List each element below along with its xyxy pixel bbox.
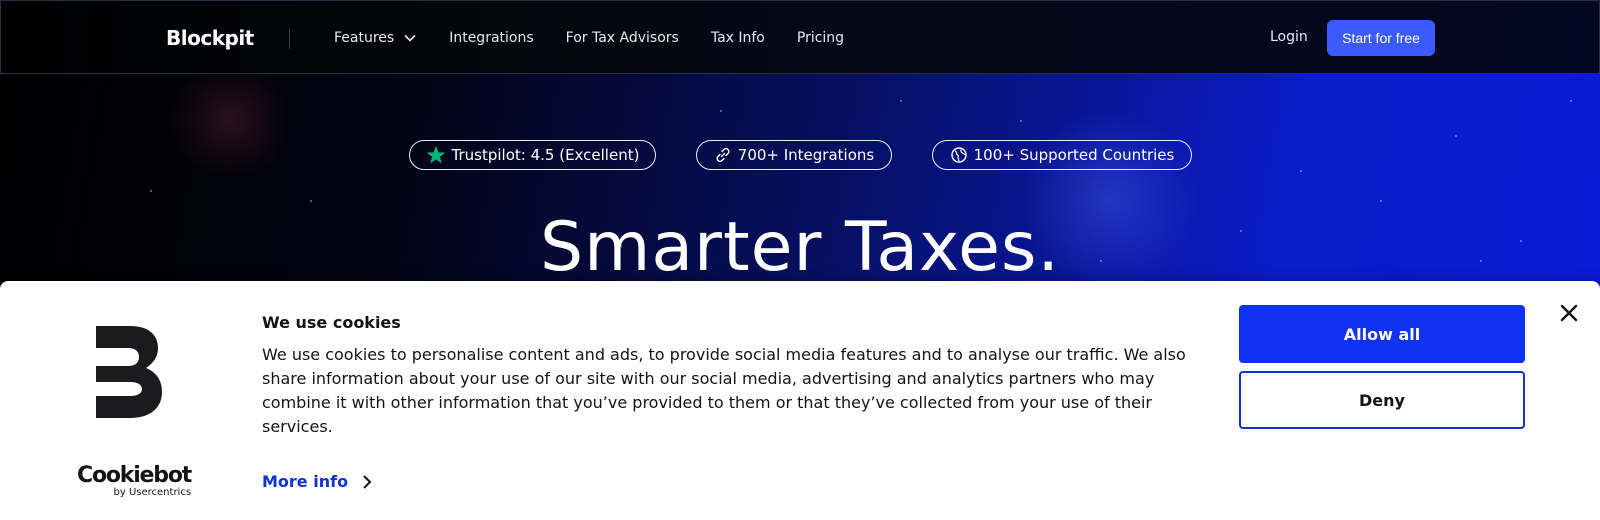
start-for-free-button[interactable]: Start for free	[1327, 20, 1435, 56]
top-navbar: Blockpit Features Integrations For Tax A…	[0, 0, 1600, 74]
trustpilot-badge-label: Trustpilot: 4.5 (Excellent)	[451, 146, 640, 164]
nav-link-integrations[interactable]: Integrations	[449, 30, 533, 46]
chevron-right-icon	[363, 474, 372, 489]
more-info-link[interactable]: More info	[262, 472, 372, 491]
nav-link-features-label: Features	[334, 30, 395, 46]
nav-link-tax-info[interactable]: Tax Info	[711, 30, 765, 46]
blockpit-logo[interactable]: Blockpit	[166, 26, 254, 50]
countries-badge-label: 100+ Supported Countries	[973, 146, 1175, 164]
globe-icon	[950, 146, 968, 164]
nav-link-pricing[interactable]: Pricing	[797, 30, 844, 46]
hero-badges: Trustpilot: 4.5 (Excellent) 700+ Integra…	[0, 140, 1600, 170]
hero-title: Smarter Taxes.	[539, 208, 1061, 287]
page: Blockpit Features Integrations For Tax A…	[0, 0, 1600, 520]
login-link[interactable]: Login	[1270, 29, 1308, 45]
cookie-title: We use cookies	[262, 313, 401, 332]
close-icon[interactable]	[1558, 302, 1580, 324]
nav-divider	[289, 29, 290, 49]
trustpilot-badge: Trustpilot: 4.5 (Excellent)	[409, 140, 656, 170]
cookie-consent-banner: Cookiebot by Usercentrics We use cookies…	[0, 281, 1600, 520]
nav-links: Features Integrations For Tax Advisors T…	[334, 30, 876, 46]
more-info-label: More info	[262, 472, 349, 491]
chevron-down-icon	[404, 34, 416, 42]
cookie-description: We use cookies to personalise content an…	[262, 345, 1186, 436]
integrations-badge: 700+ Integrations	[696, 140, 892, 170]
countries-badge: 100+ Supported Countries	[932, 140, 1192, 170]
cookiebot-logo: Cookiebot by Usercentrics	[77, 463, 192, 499]
allow-all-button[interactable]: Allow all	[1239, 305, 1525, 363]
nav-link-tax-advisors[interactable]: For Tax Advisors	[566, 30, 679, 46]
link-icon	[714, 146, 732, 164]
nav-link-features[interactable]: Features	[334, 30, 417, 46]
star-icon	[426, 145, 446, 165]
blockpit-b-logo-icon	[96, 326, 162, 418]
integrations-badge-label: 700+ Integrations	[737, 146, 875, 164]
cookiebot-subtitle: by Usercentrics	[113, 487, 192, 498]
cookiebot-name: Cookiebot	[77, 463, 192, 488]
deny-button[interactable]: Deny	[1239, 371, 1525, 429]
